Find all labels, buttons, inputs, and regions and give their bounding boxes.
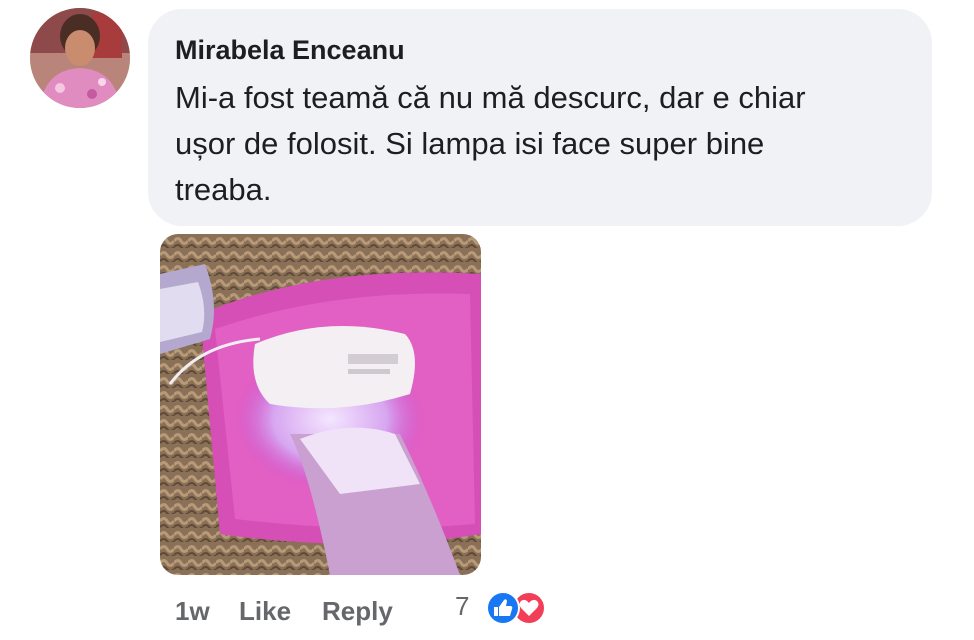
comment-bubble: Mirabela Enceanu Mi-a fost teamă că nu m… [148, 9, 932, 226]
comment-item: Mirabela Enceanu Mi-a fost teamă că nu m… [0, 0, 974, 640]
reaction-icons [486, 591, 546, 625]
like-icon [486, 591, 520, 625]
comment-text: Mi-a fost teamă că nu mă descurc, dar e … [175, 80, 806, 207]
comment-author[interactable]: Mirabela Enceanu [175, 33, 932, 67]
reaction-count: 7 [455, 591, 470, 621]
like-button[interactable]: Like [239, 592, 291, 630]
avatar[interactable] [30, 8, 130, 108]
avatar-photo [30, 8, 130, 108]
comment-photo[interactable] [160, 234, 481, 575]
comment-time[interactable]: 1w [175, 592, 210, 630]
attached-image [160, 234, 481, 575]
reply-button[interactable]: Reply [322, 592, 393, 630]
